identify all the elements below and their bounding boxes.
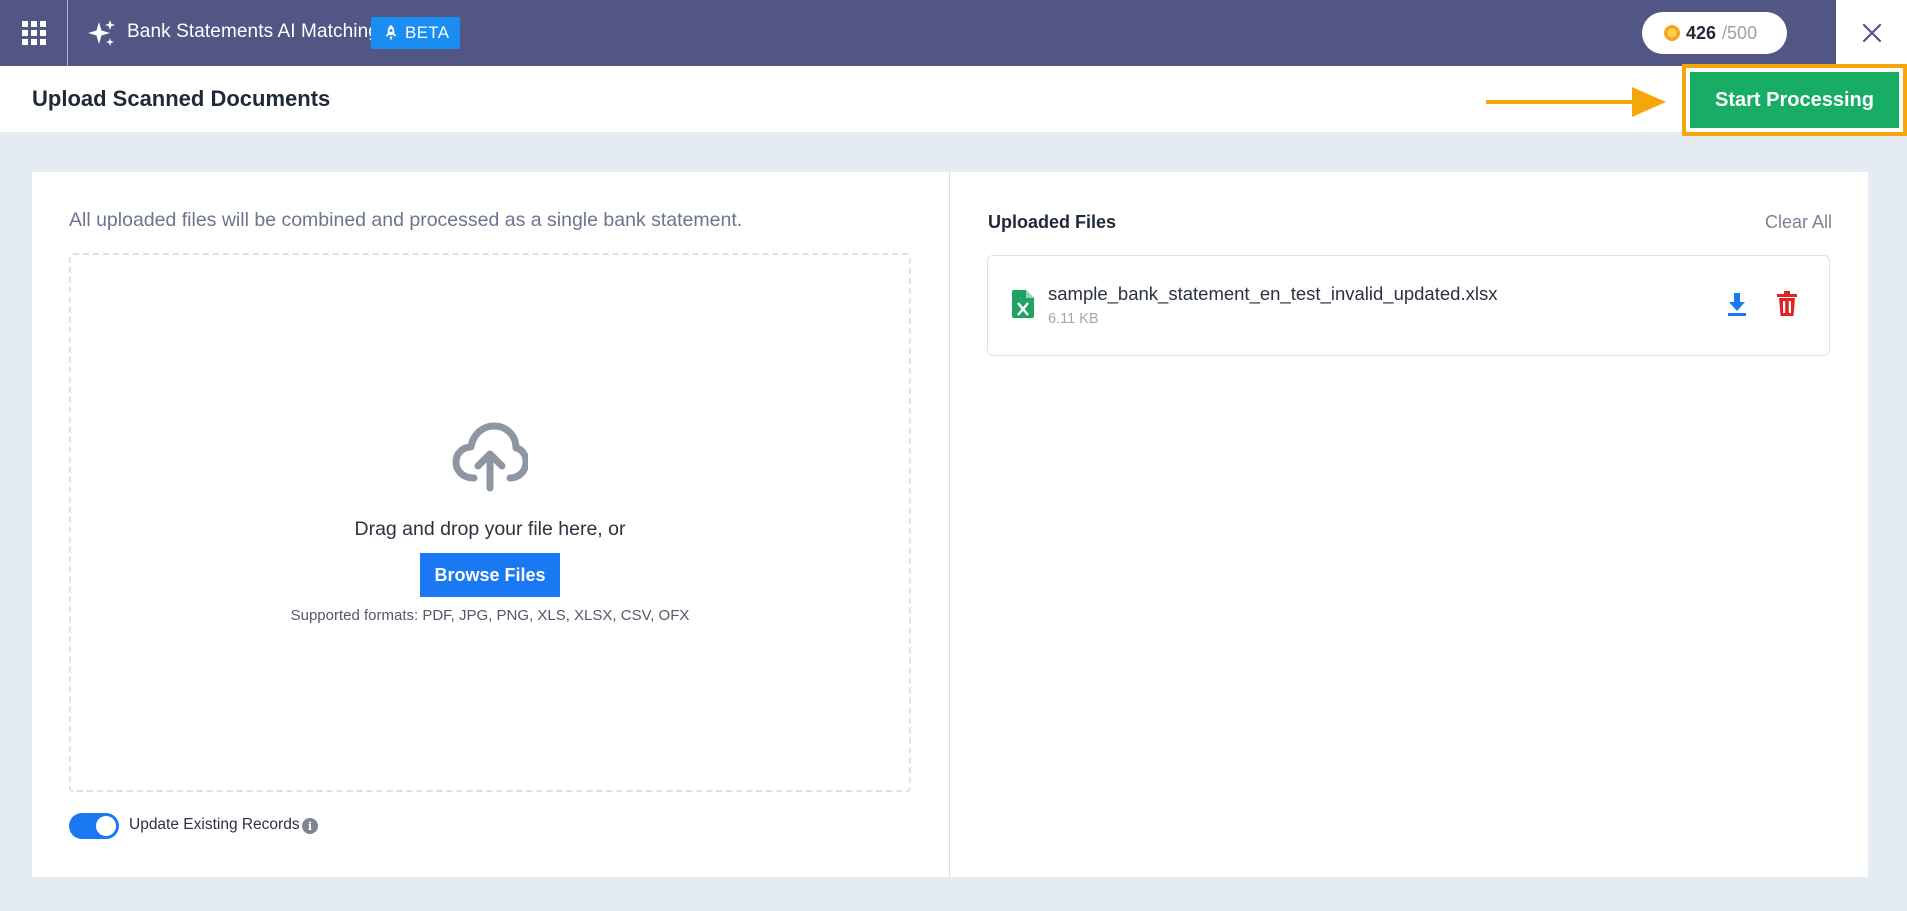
- update-existing-toggle[interactable]: [69, 813, 119, 839]
- update-existing-label: Update Existing Records: [129, 816, 300, 833]
- supported-formats: Supported formats: PDF, JPG, PNG, XLS, X…: [290, 607, 690, 624]
- coin-icon: [1664, 25, 1680, 41]
- file-name: sample_bank_statement_en_test_invalid_up…: [1048, 283, 1498, 304]
- combine-note: All uploaded files will be combined and …: [69, 209, 743, 231]
- excel-file-icon: [1012, 290, 1034, 318]
- beta-badge: BETA: [371, 17, 461, 49]
- rocket-icon: [385, 25, 397, 41]
- credits-used: 426: [1686, 22, 1717, 43]
- credits-total: /500: [1722, 22, 1758, 43]
- browse-files-button[interactable]: Browse Files: [420, 553, 560, 597]
- info-icon[interactable]: i: [302, 818, 318, 834]
- credits-pill: 426 /500: [1642, 12, 1787, 54]
- start-processing-highlight: Start Processing: [1682, 64, 1907, 136]
- trash-icon[interactable]: [1776, 291, 1798, 317]
- download-icon[interactable]: [1726, 291, 1748, 317]
- sparkles-icon: [88, 20, 115, 46]
- app-title: Bank Statements AI Matching: [127, 21, 379, 42]
- uploaded-files-title: Uploaded Files: [988, 212, 1117, 232]
- arrow-right-icon: [1486, 87, 1666, 117]
- top-bar: Bank Statements AI Matching BETA 426 /50…: [0, 0, 1907, 66]
- file-list-item: [987, 255, 1830, 356]
- close-icon: [1862, 23, 1881, 43]
- beta-label: BETA: [405, 23, 450, 42]
- start-processing-button[interactable]: Start Processing: [1690, 72, 1899, 128]
- apps-grid-icon: [21, 21, 46, 45]
- page-title: Upload Scanned Documents: [32, 86, 331, 111]
- cloud-upload-icon: [452, 422, 528, 492]
- file-size: 6.11 KB: [1048, 311, 1099, 327]
- clear-all-button[interactable]: Clear All: [1765, 212, 1832, 233]
- toggle-knob: [96, 816, 116, 836]
- close-button[interactable]: [1836, 0, 1907, 66]
- drag-drop-text: Drag and drop your file here, or: [354, 518, 626, 540]
- apps-menu-button[interactable]: [0, 0, 68, 66]
